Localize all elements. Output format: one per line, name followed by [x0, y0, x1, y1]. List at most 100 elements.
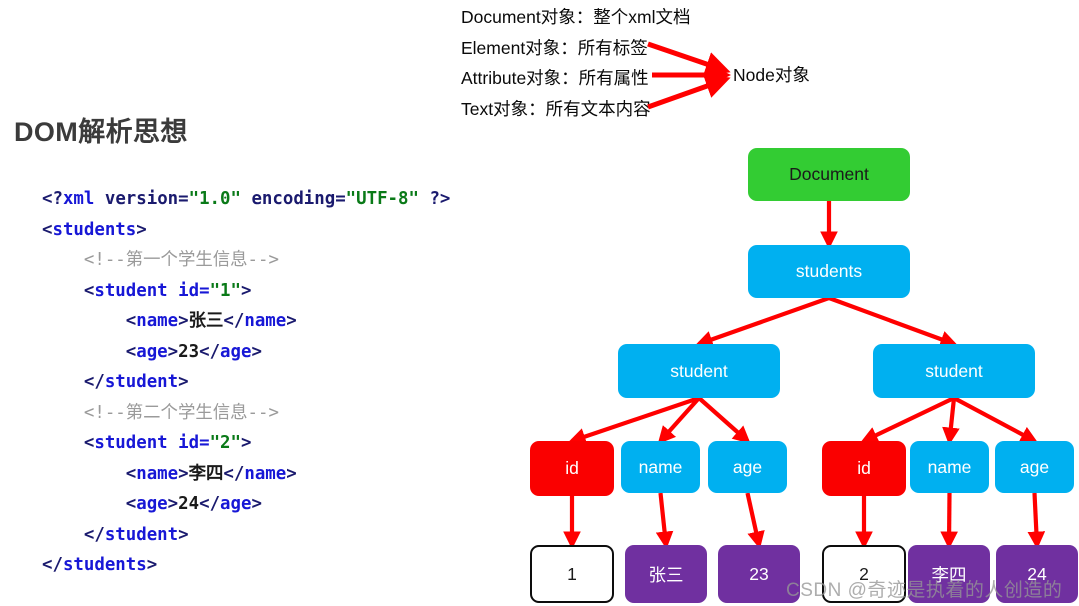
code-token-tag: name: [136, 463, 179, 484]
tree-node-label: Document: [789, 164, 869, 184]
code-token-punct: </: [42, 372, 105, 392]
tree-node-id2[interactable]: id: [822, 441, 906, 496]
tree-edge-name2-to-nameval2: [940, 492, 958, 550]
tree-edge-student1-to-age1: [697, 396, 751, 444]
code-token-tag: xml: [62, 189, 95, 209]
slide-canvas: Document对象：整个xml文档 Element对象：所有标签 Attrib…: [0, 0, 1079, 606]
code-token-str: "2": [209, 433, 241, 453]
tree-node-age2[interactable]: age: [995, 441, 1074, 493]
tree-node-label: student: [670, 360, 728, 381]
code-line: <?xml version="1.0" encoding="UTF-8" ?>: [42, 184, 450, 215]
code-token-comment: <!--第一个学生信息-->: [83, 250, 279, 270]
tree-node-students[interactable]: students: [748, 245, 910, 298]
code-token-punct: <?: [42, 189, 63, 209]
code-token-tag: age: [220, 494, 252, 514]
code-token-tag: name: [136, 311, 179, 331]
code-token-tag: student: [94, 280, 168, 301]
code-line: </student>: [42, 367, 450, 398]
code-token-text: 24: [178, 494, 200, 514]
code-token-punct: </: [42, 524, 105, 545]
code-token-punct: <: [42, 433, 95, 453]
tree-node-label: id: [857, 458, 871, 478]
code-line: </student>: [42, 520, 450, 551]
code-token-text: 李四: [188, 463, 224, 484]
code-token-punct: >: [240, 280, 252, 301]
tree-node-label: age: [1019, 456, 1050, 477]
code-token-tag: name: [244, 311, 287, 331]
tree-edge-age1-to-ageval1: [745, 492, 765, 550]
tree-node-label: name: [927, 456, 972, 477]
tree-edge-student2-to-name2: [942, 397, 960, 446]
code-token-punct: [168, 433, 178, 453]
code-token-punct: <: [42, 219, 53, 240]
tree-node-label: students: [795, 261, 863, 281]
code-token-punct: >: [167, 494, 179, 514]
tree-node-label: age: [732, 456, 763, 477]
code-token-punct: </: [199, 341, 221, 362]
code-line: <age>23</age>: [42, 337, 450, 368]
code-token-tag: age: [220, 341, 252, 362]
code-token-tag: student: [104, 372, 179, 392]
tree-node-nameval1[interactable]: 张三: [625, 545, 707, 603]
code-token-punct: <: [42, 280, 95, 301]
code-token-punct: <: [42, 311, 137, 331]
tree-node-idval1[interactable]: 1: [530, 545, 614, 603]
tree-node-student2[interactable]: student: [873, 344, 1035, 398]
tree-node-label: 23: [749, 563, 769, 584]
code-token-str: "UTF-8": [345, 189, 419, 209]
code-token-punct: encoding=: [240, 189, 346, 209]
code-token-tag: student: [94, 433, 168, 453]
code-token-str: "1.0": [188, 189, 241, 209]
tree-node-name1[interactable]: name: [621, 441, 700, 493]
tree-node-age1[interactable]: age: [708, 441, 787, 493]
tree-node-id1[interactable]: id: [530, 441, 614, 496]
tree-edge-students-to-student1: [695, 296, 830, 348]
code-token-punct: <: [42, 494, 137, 514]
code-token-punct: >: [136, 219, 147, 240]
code-token-tag: age: [136, 341, 168, 362]
tree-edge-students-to-student2: [828, 296, 958, 348]
code-token-attr: id=: [178, 280, 210, 301]
code-token-punct: </: [223, 311, 245, 331]
code-line: <student id="2">: [42, 428, 450, 459]
code-token-punct: >: [167, 341, 179, 362]
code-line: <!--第一个学生信息-->: [42, 245, 450, 276]
code-token-punct: >: [178, 524, 189, 545]
code-token-punct: >: [146, 555, 158, 575]
tree-node-label: id: [565, 458, 579, 478]
code-token-punct: >: [240, 433, 252, 453]
code-token-punct: <: [42, 341, 137, 362]
tree-node-label: name: [638, 456, 683, 477]
tree-node-student1[interactable]: student: [618, 344, 780, 398]
tree-edge-age2-to-ageval2: [1027, 492, 1046, 550]
code-token-punct: >: [251, 494, 262, 514]
code-token-punct: ?>: [418, 189, 451, 209]
tree-edge-student1-to-id1: [568, 396, 700, 446]
code-token-punct: >: [178, 372, 189, 392]
code-token-tag: students: [62, 555, 147, 575]
tree-edge-student2-to-age2: [953, 396, 1039, 443]
code-token-punct: version=: [94, 189, 189, 209]
tree-node-label: 张三: [648, 564, 684, 585]
code-token-punct: >: [251, 341, 262, 362]
code-line: <!--第二个学生信息-->: [42, 398, 450, 429]
tree-node-name2[interactable]: name: [910, 441, 989, 493]
xml-code-block: <?xml version="1.0" encoding="UTF-8" ?> <…: [42, 184, 450, 581]
code-token-tag: age: [136, 494, 168, 514]
code-token-punct: [168, 281, 178, 301]
node-object-label: Node对象: [733, 65, 810, 85]
code-token-punct: </: [223, 463, 245, 484]
code-token-punct: [42, 403, 84, 423]
tree-edge-name1-to-nameval1: [655, 492, 674, 550]
code-line: <students>: [42, 215, 450, 246]
code-token-punct: </: [199, 494, 221, 514]
code-token-comment: <!--第二个学生信息-->: [83, 402, 279, 423]
tree-node-document[interactable]: Document: [748, 148, 910, 201]
code-token-str: "1": [209, 280, 241, 301]
tree-edge-student2-to-id2: [860, 396, 955, 444]
tree-node-label: student: [925, 360, 983, 381]
code-line: <name>李四</name>: [42, 459, 450, 490]
code-token-tag: students: [52, 219, 137, 240]
code-token-punct: <: [42, 463, 137, 484]
page-title: DOM解析思想: [14, 117, 188, 147]
